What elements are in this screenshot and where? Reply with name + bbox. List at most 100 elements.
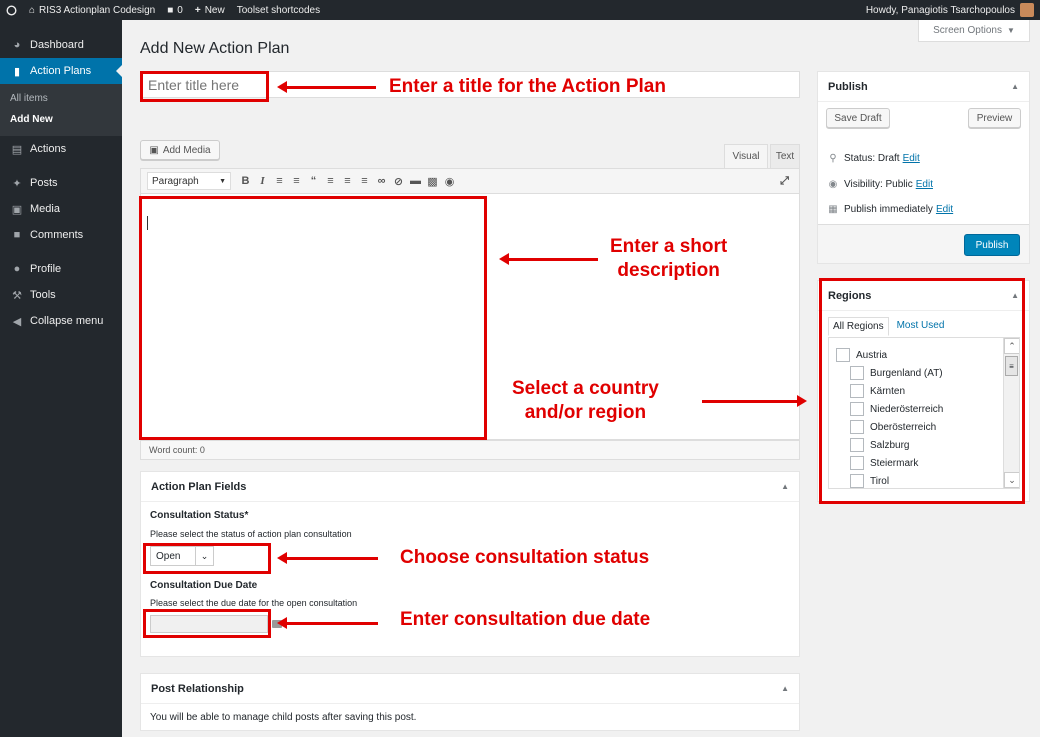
tab-text[interactable]: Text [770, 144, 800, 168]
annotation-box-title [140, 71, 269, 102]
save-draft-button[interactable]: Save Draft [826, 108, 890, 128]
toolset-icon[interactable]: ◉ [441, 172, 458, 190]
sidebar-item-tools[interactable]: ⚒ Tools [0, 282, 122, 308]
postbox-title: Action Plan Fields [151, 480, 247, 493]
numbered-list-icon[interactable]: ≡ [288, 172, 305, 190]
annotation-arrowhead [797, 395, 807, 407]
annotation-box-description [139, 196, 487, 440]
sidebar-item-comments[interactable]: ■ Comments [0, 222, 122, 248]
toolbar-toggle-icon[interactable]: ▩ [424, 172, 441, 190]
link-icon[interactable]: ∞ [373, 172, 390, 190]
home-icon: ⌂ [29, 4, 36, 16]
blockquote-icon[interactable]: “ [305, 172, 322, 190]
sidebar-item-posts[interactable]: ✦ Posts [0, 170, 122, 196]
dashboard-icon: ◕ [13, 39, 21, 51]
publish-header[interactable]: Publish ▲ [818, 72, 1029, 102]
tab-visual[interactable]: Visual [724, 144, 768, 168]
sidebar-item-action-plans[interactable]: ▮ Action Plans [0, 58, 122, 84]
postbox-title: Post Relationship [151, 682, 244, 695]
new-label: New [204, 4, 225, 16]
comments-link[interactable]: ■ 0 [167, 5, 183, 16]
media-icon: ▣ [11, 203, 23, 216]
sidebar-item-label: Comments [30, 229, 84, 241]
publish-button[interactable]: Publish [964, 234, 1020, 256]
sidebar-item-profile[interactable]: ● Profile [0, 256, 122, 282]
sidebar-item-media[interactable]: ▣ Media [0, 196, 122, 222]
edit-status-link[interactable]: Edit [903, 153, 920, 164]
edit-schedule-link[interactable]: Edit [936, 204, 953, 215]
sidebar-item-label: Media [30, 203, 60, 215]
sidebar-item-dashboard[interactable]: ◕ Dashboard [0, 32, 122, 58]
toolset-shortcodes-link[interactable]: Toolset shortcodes [237, 5, 320, 16]
annotation-arrow-line [285, 86, 376, 89]
submenu-all-items[interactable]: All items [0, 88, 122, 109]
annotation-line: and/or region [524, 401, 647, 423]
wrench-icon: ⚒ [12, 289, 22, 302]
site-name-link[interactable]: ⌂ RIS3 Actionplan Codesign [29, 5, 155, 16]
align-right-icon[interactable]: ≡ [356, 172, 373, 190]
format-select[interactable]: Paragraph ▼ [147, 172, 231, 190]
toggle-arrow-icon[interactable]: ▲ [1011, 82, 1019, 91]
comment-bubble-icon: ■ [167, 4, 174, 16]
site-name-label: RIS3 Actionplan Codesign [39, 4, 156, 16]
my-account-link[interactable]: Howdy, Panagiotis Tsarchopoulos [866, 3, 1034, 17]
calendar-icon: ▦ [828, 204, 838, 215]
comments-count: 0 [177, 4, 183, 16]
preview-button[interactable]: Preview [968, 108, 1021, 128]
plus-icon: + [194, 4, 201, 16]
annotation-title-text: Enter a title for the Action Plan [389, 76, 666, 97]
collapse-icon: ◀ [12, 315, 22, 328]
due-date-label: Consultation Due Date [150, 580, 258, 591]
italic-icon[interactable]: I [254, 172, 271, 190]
format-value: Paragraph [152, 175, 199, 187]
action-plan-fields-header[interactable]: Action Plan Fields ▲ [141, 472, 799, 502]
annotation-region-text: Select a country and/or region [512, 377, 659, 425]
screen-options-button[interactable]: Screen Options ▼ [918, 20, 1030, 42]
submenu-add-new[interactable]: Add New [0, 109, 122, 130]
read-more-icon[interactable]: ▬ [407, 172, 424, 190]
consultation-status-help: Please select the status of action plan … [150, 529, 352, 539]
align-left-icon[interactable]: ≡ [322, 172, 339, 190]
bold-icon[interactable]: B [237, 172, 254, 190]
align-center-icon[interactable]: ≡ [339, 172, 356, 190]
admin-bar: ⌂ RIS3 Actionplan Codesign ■ 0 + New Too… [0, 0, 1040, 20]
annotation-box-date [143, 609, 271, 638]
toggle-arrow-icon[interactable]: ▲ [781, 482, 789, 491]
eye-icon: ◉ [828, 179, 838, 190]
collapse-menu-button[interactable]: ◀ Collapse menu [0, 308, 122, 334]
bulleted-list-icon[interactable]: ≡ [271, 172, 288, 190]
consultation-status-label: Consultation Status* [150, 510, 249, 521]
annotation-arrow-line [285, 622, 378, 625]
new-content-link[interactable]: + New [195, 5, 225, 16]
visibility-text: Visibility: Public [844, 179, 913, 190]
post-relationship-text: You will be able to manage child posts a… [150, 712, 417, 723]
word-count: Word count: 0 [140, 440, 800, 460]
edit-visibility-link[interactable]: Edit [916, 179, 933, 190]
media-icon: ▣ [149, 144, 159, 156]
sidebar-item-actions[interactable]: ▤ Actions [0, 136, 122, 162]
editor-toolbar: Paragraph ▼ B I ≡ ≡ “ ≡ ≡ ≡ ∞ ⊘ ▬ ▩ ◉ ⤢ [140, 168, 800, 194]
caret-down-icon: ▼ [219, 177, 226, 185]
add-media-label: Add Media [162, 144, 211, 156]
pin-icon: ⚲ [829, 153, 837, 164]
annotation-arrow-line [702, 400, 797, 403]
unlink-icon[interactable]: ⊘ [390, 172, 407, 190]
wordpress-logo-icon[interactable] [6, 4, 17, 16]
post-relationship-header[interactable]: Post Relationship ▲ [141, 674, 799, 704]
sidebar-item-label: Dashboard [30, 39, 84, 51]
sidebar-item-label: Collapse menu [30, 315, 104, 327]
schedule-text: Publish immediately [844, 204, 933, 215]
toggle-arrow-icon[interactable]: ▲ [781, 684, 789, 693]
action-plans-submenu: All items Add New [0, 84, 122, 136]
annotation-arrow-line [507, 258, 598, 261]
comments-icon: ■ [13, 229, 21, 241]
action-plans-icon: ▮ [13, 65, 21, 78]
sidebar-item-label: Posts [30, 177, 58, 189]
fullscreen-icon[interactable]: ⤢ [776, 172, 793, 190]
annotation-arrow-line [285, 557, 378, 560]
pin-icon: ✦ [12, 177, 22, 190]
sidebar-item-label: Tools [30, 289, 56, 301]
due-date-help: Please select the due date for the open … [150, 598, 358, 608]
add-media-button[interactable]: ▣ Add Media [140, 140, 220, 160]
admin-sidebar: ◕ Dashboard ▮ Action Plans All items Add… [0, 20, 122, 737]
